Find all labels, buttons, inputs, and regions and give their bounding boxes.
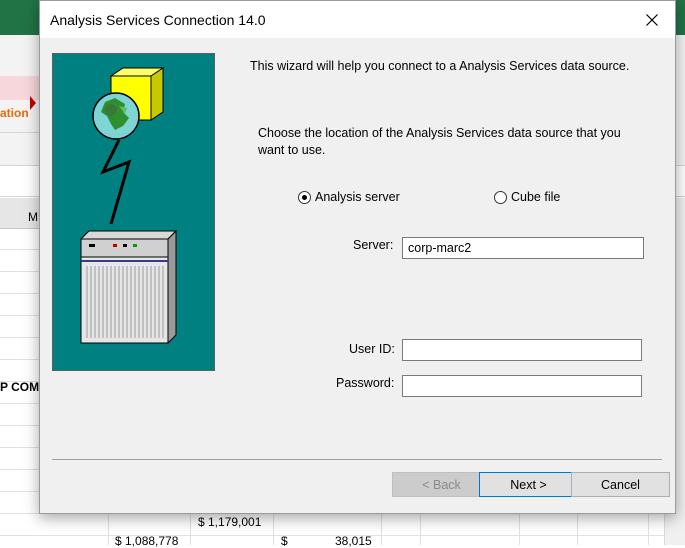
user-id-input[interactable] xyxy=(402,339,642,361)
column-header-m[interactable]: M xyxy=(28,210,38,224)
analysis-server-radio[interactable] xyxy=(298,190,311,204)
cell-value[interactable]: $ 1,179,001 xyxy=(198,515,261,529)
intro-text: This wizard will help you connect to a A… xyxy=(250,59,630,73)
cell-value[interactable]: $ 1,088,778 xyxy=(115,534,178,548)
password-input[interactable] xyxy=(402,375,642,397)
server-cube-illustration xyxy=(79,67,178,345)
analysis-server-option[interactable]: Analysis server xyxy=(298,190,400,204)
excel-titlebar-left xyxy=(0,0,40,35)
cube-file-label: Cube file xyxy=(511,190,561,204)
cancel-button[interactable]: Cancel xyxy=(571,472,670,497)
next-button[interactable]: Next > xyxy=(479,472,578,497)
ribbon-tab-fragment[interactable]: ation xyxy=(0,106,29,120)
close-icon xyxy=(646,13,658,26)
user-id-label: User ID: xyxy=(349,342,395,356)
cursor-arrow-icon xyxy=(30,96,36,110)
cell-bold-label[interactable]: P COM xyxy=(0,380,39,394)
choose-line-2: want to use. xyxy=(258,143,326,157)
cube-file-radio[interactable] xyxy=(494,190,507,204)
server-input[interactable] xyxy=(402,237,644,259)
cell-value[interactable]: $ xyxy=(281,534,288,548)
dialog-titlebar[interactable]: Analysis Services Connection 14.0 xyxy=(40,1,675,38)
ribbon-separator xyxy=(0,132,40,133)
wizard-illustration xyxy=(52,53,215,371)
analysis-server-label: Analysis server xyxy=(315,190,400,204)
back-button[interactable]: < Back xyxy=(392,472,491,497)
server-label: Server: xyxy=(353,238,394,252)
choose-location-text: Choose the location of the Analysis Serv… xyxy=(258,125,648,159)
cell-value[interactable]: 38,015 xyxy=(335,534,372,548)
cube-file-option[interactable]: Cube file xyxy=(494,190,560,204)
connection-dialog: Analysis Services Connection 14.0 This w… xyxy=(39,0,676,514)
close-button[interactable] xyxy=(629,1,675,38)
password-label: Password: xyxy=(336,376,395,390)
choose-line-1: Choose the location of the Analysis Serv… xyxy=(258,126,621,140)
dialog-title: Analysis Services Connection 14.0 xyxy=(50,12,266,28)
button-separator xyxy=(52,459,662,460)
